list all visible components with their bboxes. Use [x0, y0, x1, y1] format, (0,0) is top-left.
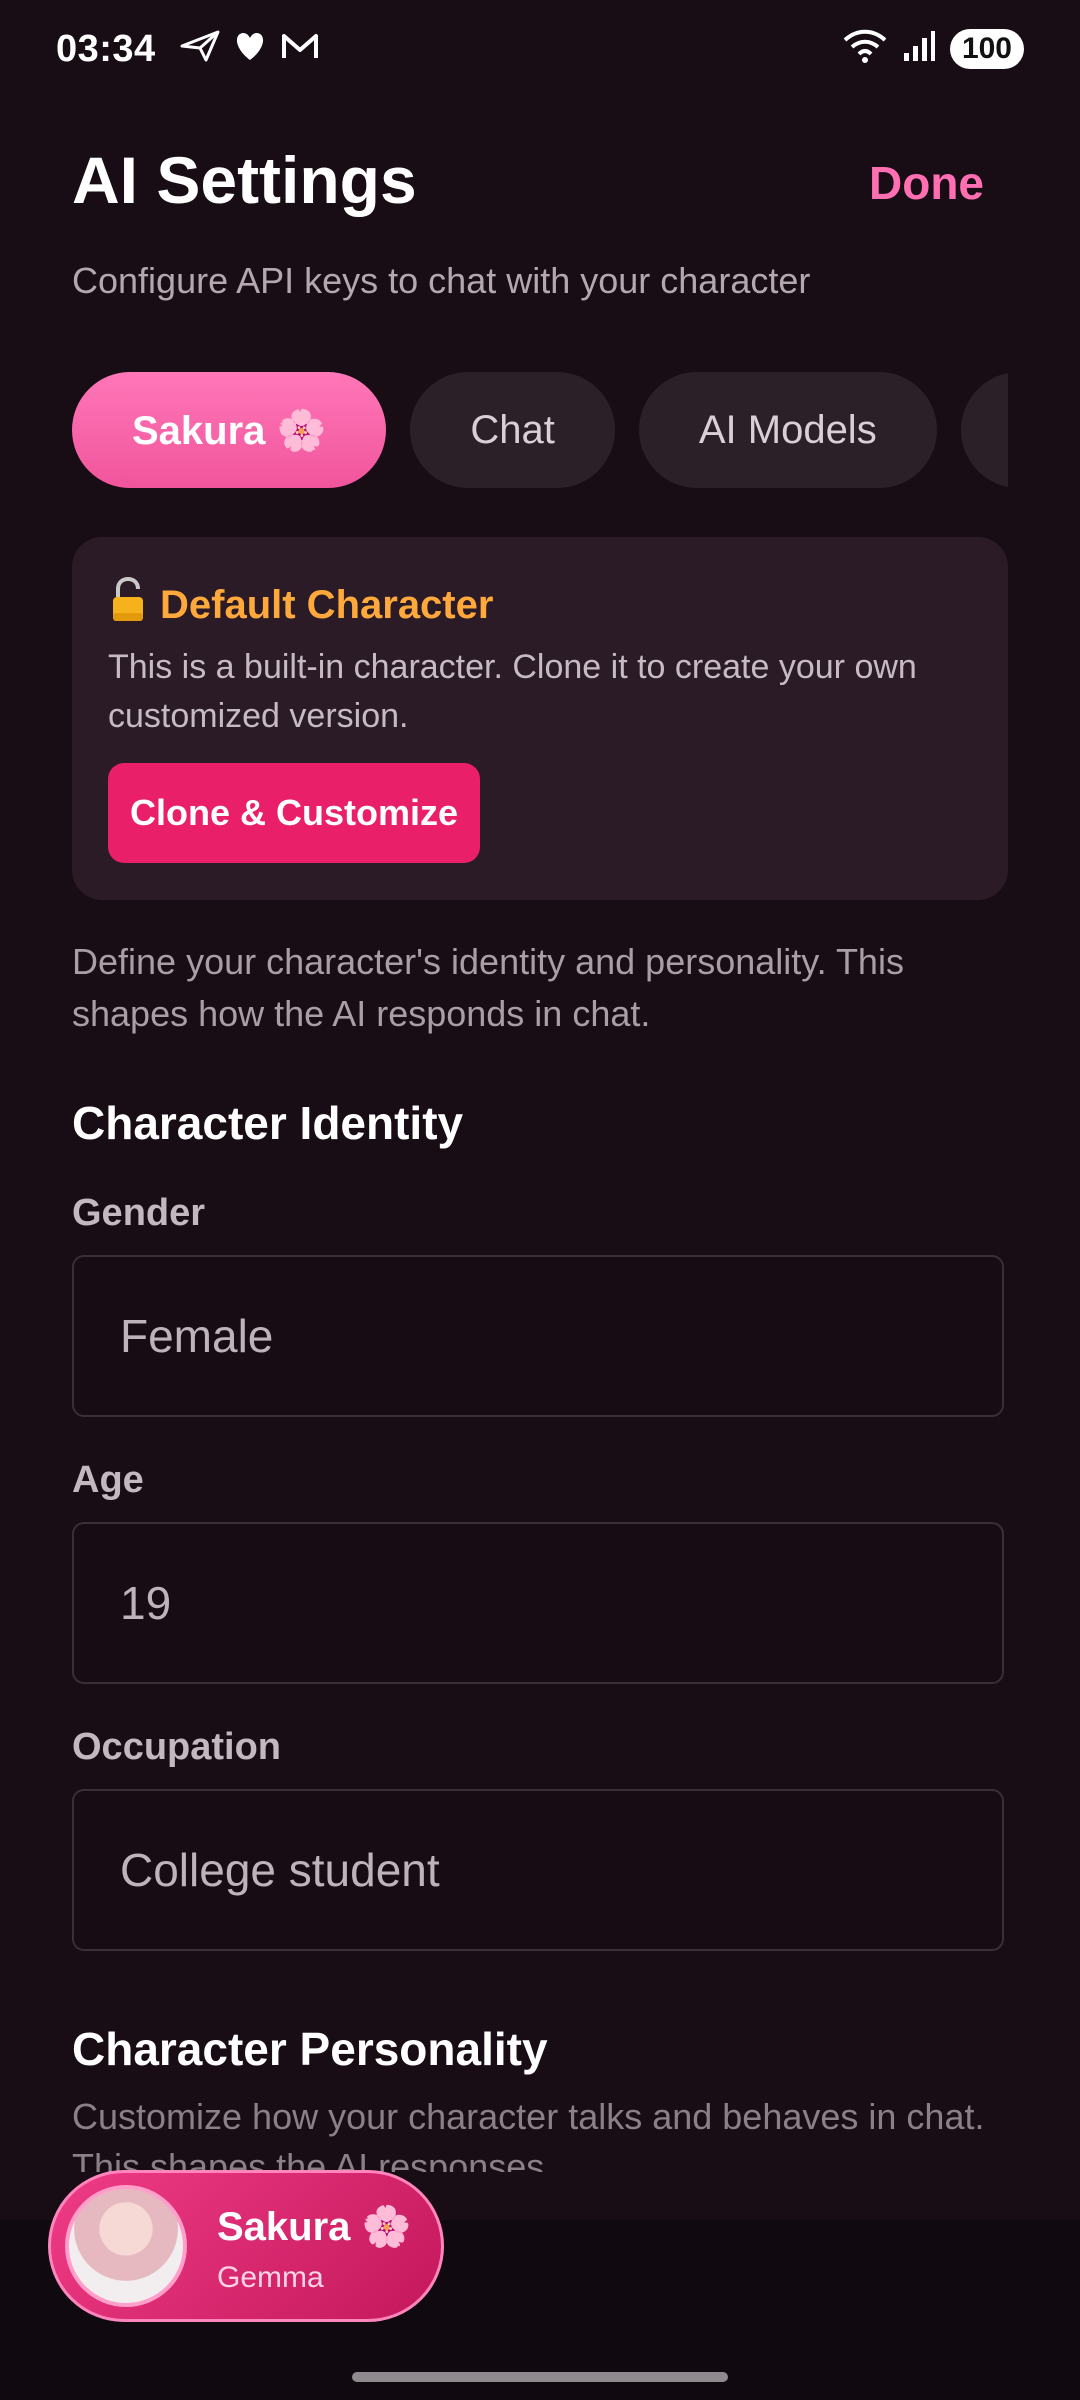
tab-next[interactable]: [960, 372, 1008, 488]
age-field[interactable]: [72, 1522, 1004, 1684]
default-character-title: Default Character: [110, 576, 494, 633]
occupation-label: Occupation: [72, 1726, 282, 1768]
tab-bar: Sakura 🌸 Chat AI Models: [72, 372, 1008, 490]
battery-indicator: 100: [949, 28, 1024, 69]
clone-customize-button[interactable]: Clone & Customize: [108, 763, 480, 863]
tab-ai-models[interactable]: AI Models: [638, 372, 937, 488]
home-indicator[interactable]: [352, 2372, 728, 2382]
page-title: AI Settings: [72, 143, 417, 217]
heart-icon: [232, 30, 268, 67]
status-time: 03:34: [56, 28, 156, 70]
gender-field[interactable]: [72, 1255, 1004, 1417]
personality-description: Customize how your character talks and b…: [72, 2096, 985, 2172]
active-character-pill[interactable]: Sakura 🌸 Gemma: [48, 2170, 444, 2322]
lock-icon: [110, 576, 146, 633]
gender-label: Gender: [72, 1192, 206, 1234]
done-button[interactable]: Done: [869, 156, 984, 210]
intro-description: Define your character's identity and per…: [72, 941, 904, 1034]
send-icon: [180, 30, 220, 67]
default-character-text: This is a built-in character. Clone it t…: [108, 648, 917, 735]
avatar: [65, 2185, 187, 2307]
default-character-card: Default Character This is a built-in cha…: [72, 537, 1008, 900]
character-personality-heading: Character Personality: [72, 2023, 548, 2075]
signal-icon: [902, 29, 936, 68]
page-subtitle: Configure API keys to chat with your cha…: [72, 260, 811, 301]
character-name: Sakura 🌸: [217, 2205, 412, 2249]
model-name: Gemma: [217, 2261, 324, 2294]
tab-sakura[interactable]: Sakura 🌸: [72, 372, 387, 488]
default-character-title-text: Default Character: [160, 582, 494, 627]
age-label: Age: [72, 1459, 144, 1501]
occupation-field[interactable]: [72, 1789, 1004, 1951]
wifi-icon: [842, 28, 888, 69]
mail-icon: [280, 30, 320, 67]
status-right: 100: [842, 28, 1024, 69]
tab-chat[interactable]: Chat: [410, 372, 615, 488]
status-left-icons: [180, 30, 320, 67]
character-identity-heading: Character Identity: [72, 1097, 464, 1149]
